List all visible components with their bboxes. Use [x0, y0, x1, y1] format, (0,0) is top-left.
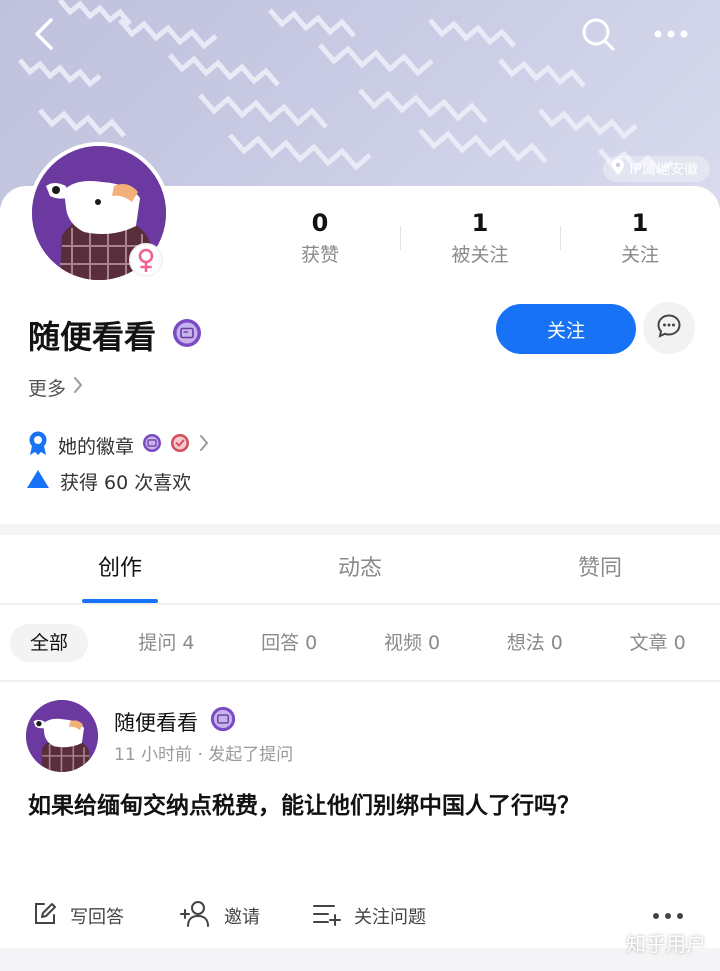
ip-location-badge: IP属地安徽	[603, 156, 710, 182]
stat-label: 被关注	[451, 244, 509, 266]
filter-thoughts[interactable]: 想法 0	[474, 624, 595, 662]
more-horizontal-icon[interactable]	[651, 14, 691, 54]
write-answer-button[interactable]: 写回答	[32, 896, 124, 936]
follow-question-button[interactable]: 关注问题	[312, 896, 426, 936]
stat-followers[interactable]: 1 被关注	[400, 206, 560, 276]
likes-text: 获得 60 次喜欢	[60, 472, 192, 494]
feed-author[interactable]: 随便看看	[114, 706, 236, 737]
more-link[interactable]: 更多	[28, 374, 84, 401]
triangle-up-icon	[26, 469, 50, 494]
write-answer-label: 写回答	[70, 907, 124, 928]
tab-activity[interactable]: 动态	[240, 535, 480, 603]
stat-value: 1	[471, 209, 489, 237]
list-add-icon	[312, 901, 342, 932]
back-icon[interactable]	[24, 14, 64, 54]
invite-label: 邀请	[224, 907, 260, 928]
message-button[interactable]	[643, 302, 695, 354]
feed-meta: 11 小时前 · 发起了提问	[114, 745, 294, 765]
username: 随便看看	[28, 318, 157, 356]
follow-button[interactable]: 关注	[496, 304, 636, 354]
profile-stats: 0 获赞 1 被关注 1 关注	[240, 206, 720, 276]
filter-all[interactable]: 全部	[10, 623, 89, 662]
creator-badge-icon[interactable]	[172, 318, 202, 348]
chevron-right-icon	[198, 433, 210, 458]
filter-articles[interactable]: 文章 0	[597, 624, 718, 662]
stat-label: 关注	[620, 244, 659, 266]
feed-author-name: 随便看看	[114, 710, 198, 735]
question-title[interactable]: 如果给缅甸交纳点税费，能让他们别绑中国人了行吗？	[28, 786, 698, 826]
creator-badge-icon	[142, 433, 162, 458]
feed-actions: 写回答 邀请 关注问题	[0, 896, 720, 936]
stat-label: 获赞	[300, 244, 339, 266]
chat-bubble-icon	[656, 313, 682, 343]
invite-button[interactable]: 邀请	[180, 896, 260, 936]
tab-upvotes[interactable]: 赞同	[480, 535, 720, 603]
verified-badge-icon	[170, 433, 190, 458]
creator-badge-icon	[210, 706, 236, 737]
edit-icon	[32, 901, 58, 932]
stat-value: 0	[311, 209, 329, 237]
watermark: 知乎用户	[626, 932, 706, 956]
badges-label: 她的徽章	[58, 436, 135, 458]
badges-row[interactable]: 她的徽章	[26, 430, 210, 461]
filter-chips: 全部 提问 4 回答 0 视频 0 想法 0 文章 0	[0, 605, 720, 681]
feed-avatar[interactable]	[26, 700, 98, 772]
search-icon[interactable]	[578, 14, 618, 54]
stat-value: 1	[631, 209, 649, 237]
filter-questions[interactable]: 提问 4	[106, 624, 227, 662]
tab-creations[interactable]: 创作	[0, 535, 240, 603]
medal-icon	[26, 430, 50, 461]
add-user-icon	[180, 900, 212, 933]
filter-answers[interactable]: 回答 0	[229, 624, 350, 662]
location-pin-icon	[611, 158, 625, 180]
likes-row: 获得 60 次喜欢	[26, 468, 191, 495]
filter-videos[interactable]: 视频 0	[352, 624, 473, 662]
follow-question-label: 关注问题	[354, 907, 426, 928]
ip-location-text: IP属地安徽	[629, 162, 698, 178]
chevron-right-icon	[72, 375, 84, 400]
stat-likes[interactable]: 0 获赞	[240, 206, 400, 276]
more-link-label: 更多	[28, 378, 67, 400]
female-gender-icon	[129, 243, 163, 277]
feed-item[interactable]: 随便看看 11 小时前 · 发起了提问 如果给缅甸交纳点税费，能让他们别绑中国人…	[0, 682, 720, 948]
content-tabs: 创作 动态 赞同	[0, 535, 720, 604]
stat-following[interactable]: 1 关注	[560, 206, 720, 276]
